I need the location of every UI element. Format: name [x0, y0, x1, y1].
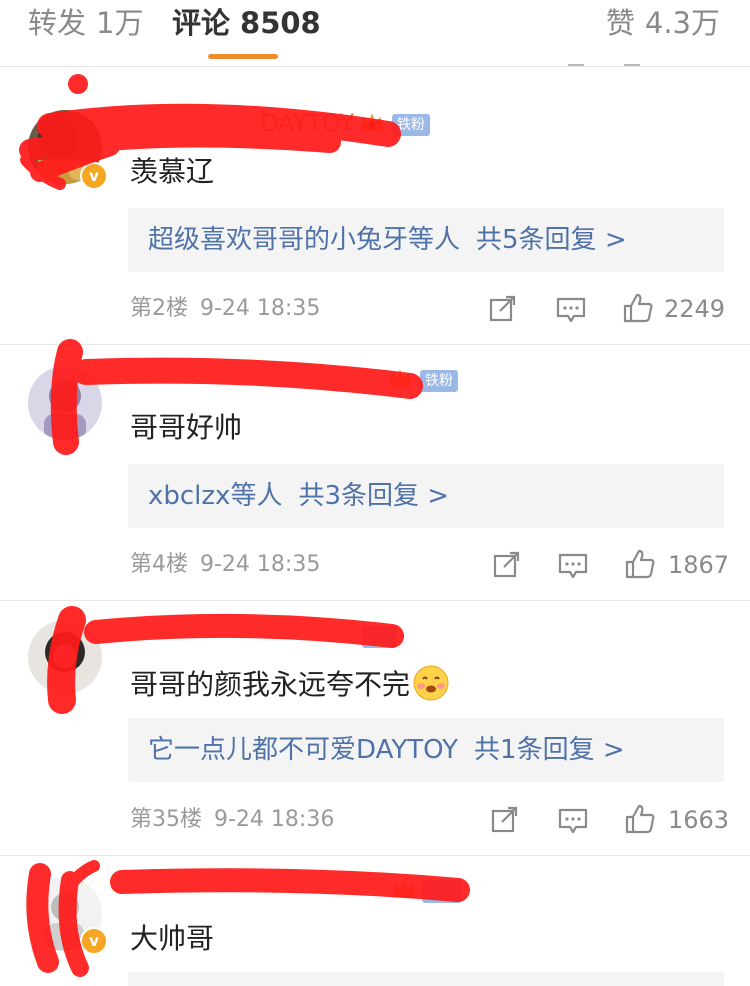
reply-summary[interactable]: 它一点儿都不可爱DAYTOY 共1条回复 >	[128, 718, 724, 782]
crown-icon	[389, 369, 411, 387]
username-row: 铁粉	[130, 364, 690, 398]
comment-item: v DAYTOY 铁粉 羡慕辽 超级喜欢哥哥的小兔牙等人 共5条回复 > 第2楼 9…	[0, 100, 750, 344]
comment-meta: 第2楼 9-24 18:35	[130, 294, 320, 324]
tab-comments-count: 8508	[240, 6, 321, 40]
avatar[interactable]	[28, 366, 102, 440]
comment-item: 哥哥的颜我永远夸不完 它一点儿都不可爱DAYTOY 共1条回复 > 第35楼 9-2…	[0, 600, 750, 855]
comment-text-body: 哥哥的颜我永远夸不完	[130, 668, 411, 701]
comment-meta: 第4楼 9-24 18:35	[130, 550, 320, 580]
tab-repost-count: 1万	[96, 6, 144, 40]
comment-time: 9-24 18:36	[214, 807, 335, 832]
avatar[interactable]	[28, 620, 102, 694]
tab-repost-label: 转发	[28, 6, 87, 40]
reply-summary[interactable]: 超级喜欢哥哥的小兔牙等人 共5条回复 >	[128, 208, 724, 272]
reply-count: 共3条回复 >	[298, 481, 450, 511]
tab-comments-label: 评论	[172, 6, 231, 40]
crown-icon	[393, 880, 415, 898]
scrolled-action-icons	[560, 56, 680, 66]
fan-badge: 铁粉	[392, 114, 430, 136]
like-count: 2249	[664, 295, 726, 323]
crown-icon	[361, 113, 383, 131]
share-icon[interactable]	[490, 806, 520, 834]
username-row	[130, 618, 690, 652]
comment-text: 大帅哥	[130, 922, 215, 955]
comment-text: 哥哥的颜我永远夸不完	[130, 664, 450, 705]
reply-count: 共5条回复 >	[476, 225, 627, 255]
like-count: 1867	[668, 551, 730, 579]
active-tab-indicator	[208, 54, 278, 59]
reply-users: xbclzx等人	[148, 481, 283, 511]
floor-number: 第35楼	[130, 807, 202, 832]
comment-icon[interactable]	[558, 552, 588, 580]
thumbs-up-icon[interactable]	[624, 548, 656, 580]
comment-icon[interactable]	[558, 807, 588, 835]
reply-count: 共1条回复 >	[474, 735, 625, 765]
shy-emoji-icon	[413, 665, 449, 701]
floor-number: 第4楼	[130, 552, 188, 577]
reply-users: 它一点儿都不可爱DAYTOY	[148, 735, 459, 765]
fan-badge-partial	[362, 626, 396, 648]
comment-item: 铁粉 哥哥好帅 xbclzx等人 共3条回复 > 第4楼 9-24 18:35 18…	[0, 344, 750, 600]
comment-time: 9-24 18:35	[200, 296, 321, 321]
fan-badge-partial	[422, 881, 462, 903]
tab-likes-count: 4.3万	[644, 6, 720, 40]
tabbar-divider	[0, 66, 750, 67]
reply-summary[interactable]: xbclzx等人 共3条回复 >	[128, 464, 724, 528]
verified-icon: v	[80, 162, 108, 190]
tab-repost[interactable]: 转发 1万	[28, 4, 143, 42]
comment-icon[interactable]	[556, 296, 586, 324]
username[interactable]: DAYTOY	[260, 106, 354, 140]
fan-badge: 铁粉	[420, 370, 458, 392]
floor-number: 第2楼	[130, 296, 188, 321]
tab-likes[interactable]: 赞 4.3万	[606, 4, 720, 42]
comment-text: 哥哥好帅	[130, 411, 243, 444]
comment-meta: 第35楼 9-24 18:36	[130, 805, 334, 835]
verified-icon: v	[80, 927, 108, 955]
username-row: DAYTOY 铁粉	[130, 106, 690, 140]
tab-comments[interactable]: 评论 8508	[172, 4, 321, 42]
share-icon[interactable]	[488, 295, 518, 323]
reply-summary-partial	[128, 972, 724, 986]
thumbs-up-icon[interactable]	[622, 292, 654, 324]
comment-tab-bar: 转发 1万 评论 8508 赞 4.3万	[0, 0, 750, 66]
comment-item: v 大帅哥	[0, 855, 750, 986]
thumbs-up-icon[interactable]	[624, 803, 656, 835]
tab-likes-label: 赞	[605, 6, 635, 40]
comment-text: 羡慕辽	[130, 155, 215, 188]
reply-users: 超级喜欢哥哥的小兔牙等人	[148, 225, 461, 255]
username-row	[130, 875, 690, 909]
like-count: 1663	[668, 806, 730, 834]
share-icon[interactable]	[492, 551, 522, 579]
comment-time: 9-24 18:35	[200, 552, 321, 577]
